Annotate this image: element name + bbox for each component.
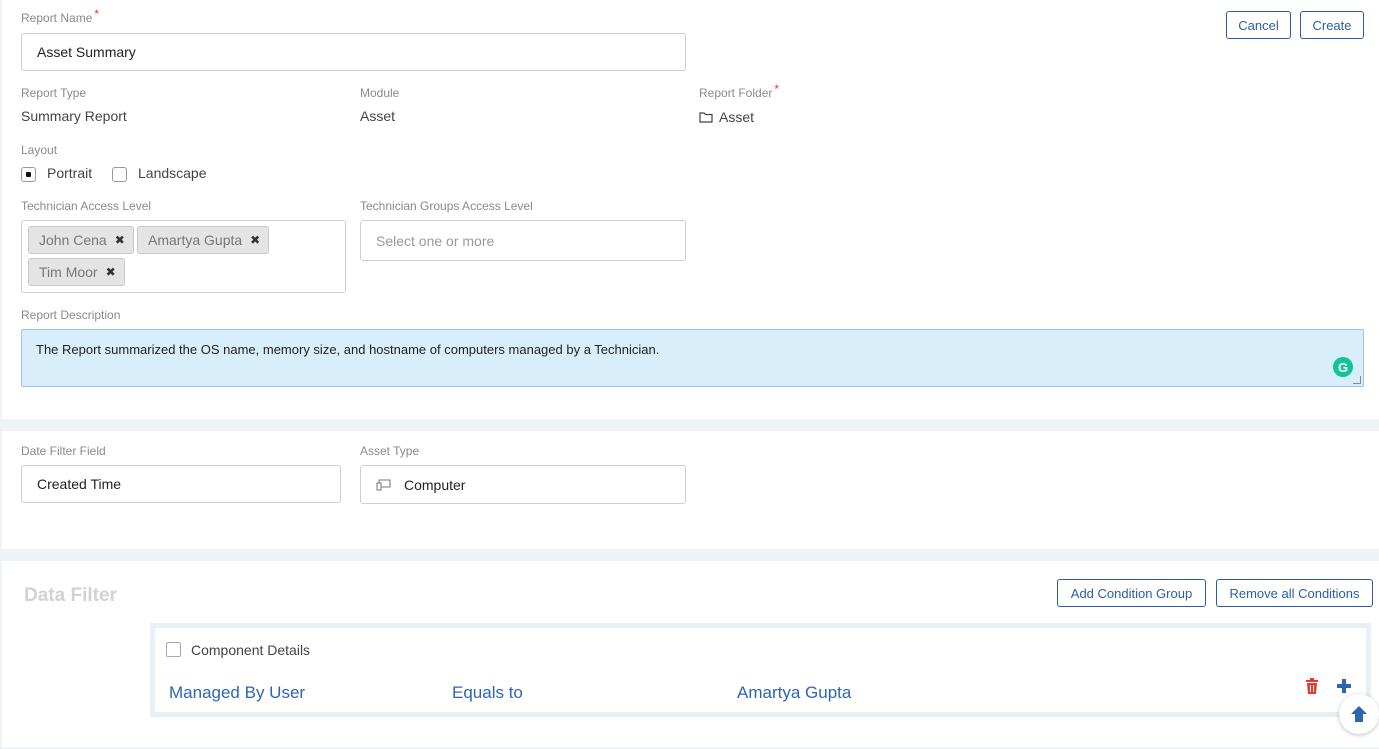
filter-card: Date Filter Field Created Time Asset Typ… [2, 431, 1379, 549]
module-value: Asset [360, 108, 396, 124]
remove-tag-icon[interactable]: ✖ [115, 233, 125, 247]
condition-operator[interactable]: Equals to [452, 683, 523, 703]
report-type-value: Summary Report [21, 108, 127, 124]
add-condition-group-button[interactable]: Add Condition Group [1057, 579, 1206, 607]
grammarly-icon[interactable]: G [1333, 357, 1353, 377]
report-name-label: Report Name * [21, 7, 100, 25]
layout-landscape-label[interactable]: Landscape [138, 165, 207, 181]
tech-access-multiselect[interactable]: John Cena ✖ Amartya Gupta ✖ Tim Moor ✖ [21, 220, 346, 293]
tech-groups-label: Technician Groups Access Level [360, 199, 533, 213]
remove-tag-icon[interactable]: ✖ [250, 233, 260, 247]
tech-groups-multiselect[interactable]: Select one or more [360, 220, 686, 261]
layout-portrait-label[interactable]: Portrait [47, 165, 92, 181]
date-filter-select[interactable]: Created Time [21, 465, 341, 503]
trash-icon[interactable] [1305, 678, 1319, 694]
report-details-card: Report Name * Asset Summary Cancel Create… [2, 0, 1379, 419]
computer-icon [376, 479, 391, 490]
asset-type-label: Asset Type [360, 444, 420, 458]
component-details-label[interactable]: Component Details [191, 642, 310, 658]
arrow-up-icon [1351, 706, 1367, 722]
layout-label: Layout [21, 143, 58, 157]
tag-john-cena: John Cena ✖ [28, 226, 134, 254]
folder-icon [699, 112, 713, 123]
report-folder-label: Report Folder * [699, 82, 780, 100]
layout-portrait-radio[interactable] [21, 167, 36, 182]
create-button[interactable]: Create [1300, 11, 1364, 39]
tech-access-label: Technician Access Level [21, 199, 152, 213]
report-folder-value[interactable]: Asset [699, 109, 754, 125]
resize-handle[interactable] [1353, 376, 1361, 384]
condition-group: Component Details Managed By User Equals… [150, 623, 1371, 717]
component-details-checkbox[interactable] [166, 642, 181, 657]
data-filter-card: Data Filter Add Condition Group Remove a… [2, 561, 1379, 747]
module-label: Module [360, 86, 400, 100]
plus-icon[interactable] [1336, 678, 1352, 694]
description-textarea[interactable]: The Report summarized the OS name, memor… [21, 329, 1364, 387]
report-type-label: Report Type [21, 86, 87, 100]
tag-tim-moor: Tim Moor ✖ [28, 258, 125, 286]
cancel-button[interactable]: Cancel [1226, 11, 1291, 39]
description-label: Report Description [21, 308, 121, 322]
report-name-input[interactable]: Asset Summary [21, 33, 686, 71]
remove-all-conditions-button[interactable]: Remove all Conditions [1216, 579, 1373, 607]
data-filter-title: Data Filter [24, 585, 117, 606]
asset-type-select[interactable]: Computer [360, 465, 686, 504]
condition-value[interactable]: Amartya Gupta [737, 683, 851, 703]
scroll-to-top-button[interactable] [1339, 694, 1379, 734]
layout-landscape-radio[interactable] [112, 167, 127, 182]
date-filter-label: Date Filter Field [21, 444, 106, 458]
remove-tag-icon[interactable]: ✖ [106, 265, 116, 279]
tag-amartya-gupta: Amartya Gupta ✖ [137, 226, 270, 254]
condition-field[interactable]: Managed By User [169, 683, 305, 703]
tech-groups-placeholder: Select one or more [376, 232, 495, 249]
